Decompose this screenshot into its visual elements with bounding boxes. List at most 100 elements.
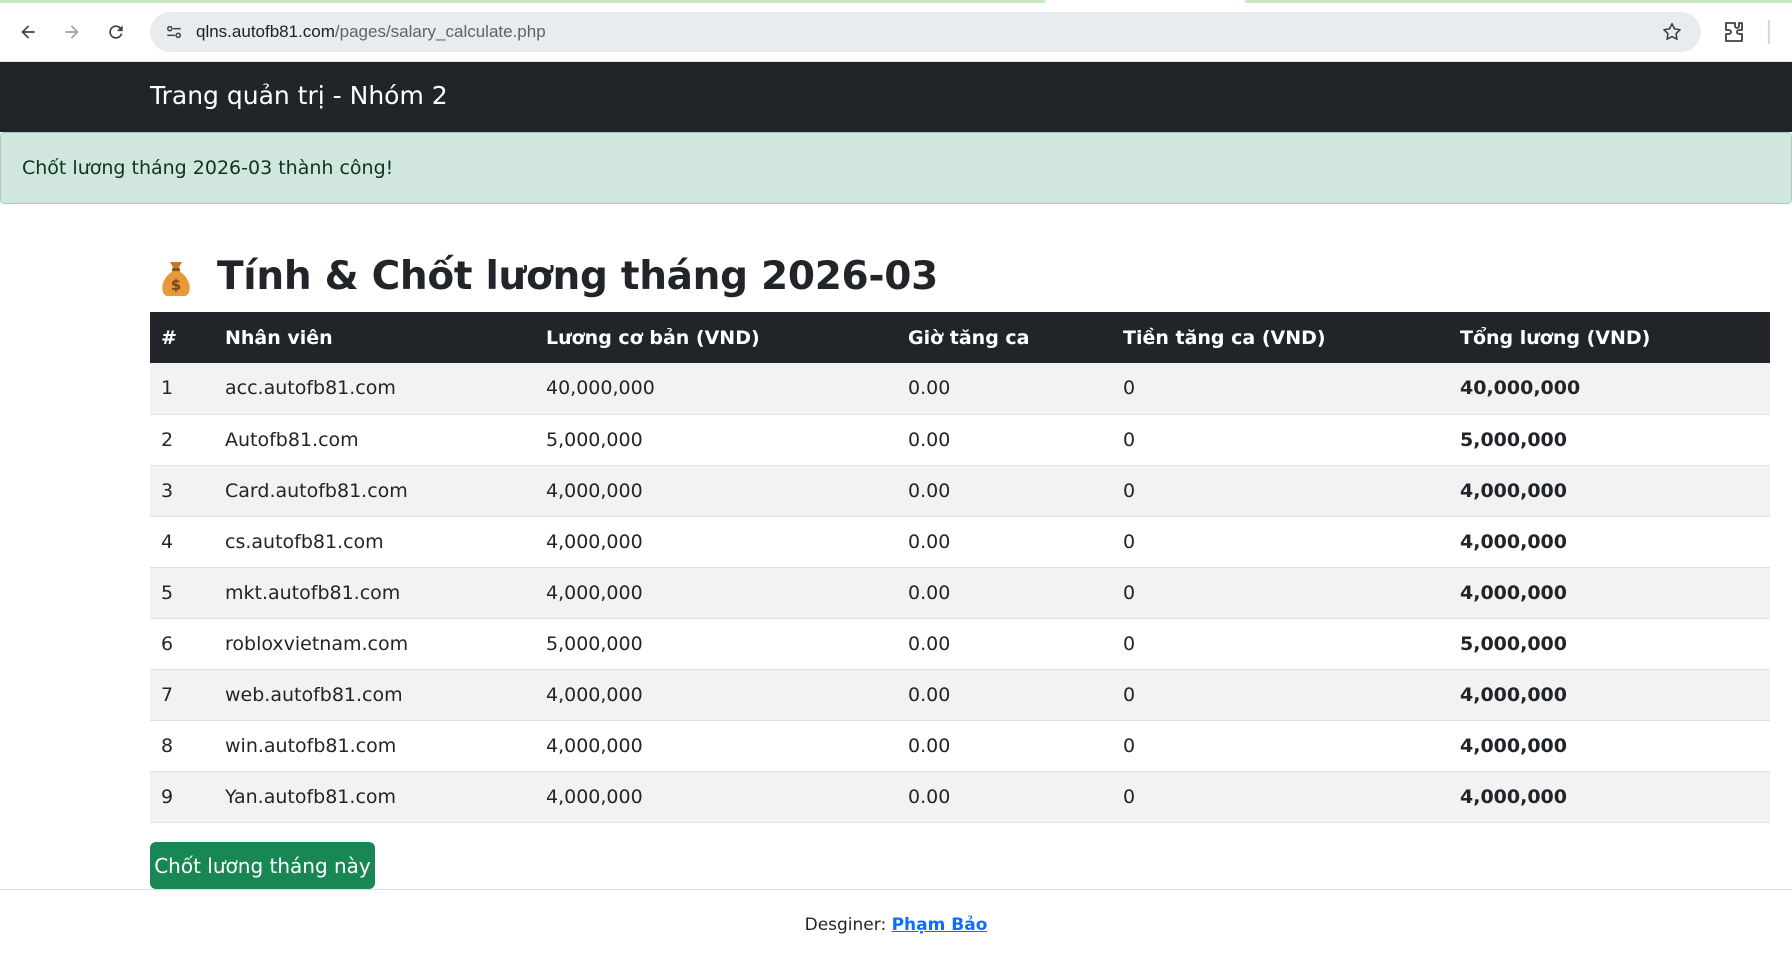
table-row: 8 win.autofb81.com 4,000,000 0.00 0 4,00… xyxy=(150,720,1770,772)
cell-overtime-hours: 0.00 xyxy=(897,720,1112,772)
cell-index: 3 xyxy=(150,465,214,517)
table-row: 1 acc.autofb81.com 40,000,000 0.00 0 40,… xyxy=(150,363,1770,415)
top-navbar: Trang quản trị - Nhóm 2 xyxy=(0,62,1792,132)
cell-total-salary: 4,000,000 xyxy=(1449,669,1770,721)
cell-overtime-pay: 0 xyxy=(1112,414,1449,466)
cell-index: 9 xyxy=(150,771,214,823)
cell-base-salary: 4,000,000 xyxy=(535,669,897,721)
page-title: Tính & Chốt lương tháng 2026-03 xyxy=(217,254,938,299)
cell-employee: robloxvietnam.com xyxy=(214,618,535,670)
salary-table: # Nhân viên Lương cơ bản (VND) Giờ tăng … xyxy=(150,312,1770,823)
cell-total-salary: 40,000,000 xyxy=(1449,363,1770,415)
cell-overtime-pay: 0 xyxy=(1112,618,1449,670)
cell-overtime-pay: 0 xyxy=(1112,363,1449,415)
table-row: 4 cs.autofb81.com 4,000,000 0.00 0 4,000… xyxy=(150,516,1770,568)
header-overtime-pay: Tiền tăng ca (VND) xyxy=(1112,312,1449,363)
header-base-salary: Lương cơ bản (VND) xyxy=(535,312,897,363)
cell-overtime-pay: 0 xyxy=(1112,771,1449,823)
cell-overtime-hours: 0.00 xyxy=(897,363,1112,415)
cell-index: 7 xyxy=(150,669,214,721)
cell-overtime-pay: 0 xyxy=(1112,669,1449,721)
cell-base-salary: 5,000,000 xyxy=(535,618,897,670)
cell-total-salary: 4,000,000 xyxy=(1449,465,1770,517)
header-overtime-hours: Giờ tăng ca xyxy=(897,312,1112,363)
cell-base-salary: 4,000,000 xyxy=(535,720,897,772)
alert-message: Chốt lương tháng 2026-03 thành công! xyxy=(22,157,394,179)
url-path: /pages/salary_calculate.php xyxy=(334,22,546,41)
back-button[interactable] xyxy=(13,17,43,47)
cell-overtime-hours: 0.00 xyxy=(897,567,1112,619)
table-row: 6 robloxvietnam.com 5,000,000 0.00 0 5,0… xyxy=(150,618,1770,670)
cell-employee: mkt.autofb81.com xyxy=(214,567,535,619)
reload-icon xyxy=(109,25,123,39)
cell-overtime-hours: 0.00 xyxy=(897,669,1112,721)
cell-employee: web.autofb81.com xyxy=(214,669,535,721)
cell-overtime-pay: 0 xyxy=(1112,516,1449,568)
cell-base-salary: 40,000,000 xyxy=(535,363,897,415)
success-alert: Chốt lương tháng 2026-03 thành công! xyxy=(0,132,1792,204)
table-row: 9 Yan.autofb81.com 4,000,000 0.00 0 4,00… xyxy=(150,771,1770,823)
table-row: 5 mkt.autofb81.com 4,000,000 0.00 0 4,00… xyxy=(150,567,1770,619)
table-row: 3 Card.autofb81.com 4,000,000 0.00 0 4,0… xyxy=(150,465,1770,517)
reload-button[interactable] xyxy=(101,17,131,47)
page-heading: $ Tính & Chốt lương tháng 2026-03 xyxy=(157,254,938,299)
cell-total-salary: 5,000,000 xyxy=(1449,618,1770,670)
cell-base-salary: 4,000,000 xyxy=(535,465,897,517)
extensions-puzzle-icon[interactable] xyxy=(1722,20,1746,44)
cell-base-salary: 5,000,000 xyxy=(535,414,897,466)
cell-employee: Yan.autofb81.com xyxy=(214,771,535,823)
footer-designer-label: Desginer: xyxy=(804,915,887,935)
money-bag-icon: $ xyxy=(162,261,190,296)
cell-employee: win.autofb81.com xyxy=(214,720,535,772)
forward-button[interactable] xyxy=(57,17,87,47)
cell-overtime-hours: 0.00 xyxy=(897,465,1112,517)
cell-employee: Card.autofb81.com xyxy=(214,465,535,517)
cell-employee: cs.autofb81.com xyxy=(214,516,535,568)
cell-total-salary: 4,000,000 xyxy=(1449,720,1770,772)
cell-overtime-pay: 0 xyxy=(1112,720,1449,772)
cell-overtime-pay: 0 xyxy=(1112,465,1449,517)
cell-base-salary: 4,000,000 xyxy=(535,567,897,619)
cell-employee: Autofb81.com xyxy=(214,414,535,466)
cell-index: 4 xyxy=(150,516,214,568)
navbar-brand[interactable]: Trang quản trị - Nhóm 2 xyxy=(150,81,448,110)
cell-base-salary: 4,000,000 xyxy=(535,516,897,568)
cell-index: 8 xyxy=(150,720,214,772)
footer-divider xyxy=(0,889,1792,890)
browser-toolbar: qlns.autofb81.com/pages/salary_calculate… xyxy=(0,0,1792,62)
table-row: 2 Autofb81.com 5,000,000 0.00 0 5,000,00… xyxy=(150,414,1770,466)
cell-index: 6 xyxy=(150,618,214,670)
arrow-left-icon xyxy=(21,25,35,39)
tab-strip-edge-right xyxy=(1245,0,1792,3)
cell-overtime-hours: 0.00 xyxy=(897,516,1112,568)
cell-base-salary: 4,000,000 xyxy=(535,771,897,823)
cell-employee: acc.autofb81.com xyxy=(214,363,535,415)
cell-total-salary: 4,000,000 xyxy=(1449,771,1770,823)
bookmark-star-icon[interactable] xyxy=(1661,21,1683,43)
header-employee: Nhân viên xyxy=(214,312,535,363)
cell-overtime-hours: 0.00 xyxy=(897,414,1112,466)
close-salary-button[interactable]: Chốt lương tháng này xyxy=(150,842,375,889)
cell-total-salary: 4,000,000 xyxy=(1449,567,1770,619)
header-index: # xyxy=(150,312,214,363)
arrow-right-icon xyxy=(65,25,79,39)
tab-strip-edge xyxy=(0,0,1045,3)
cell-overtime-pay: 0 xyxy=(1112,567,1449,619)
footer-designer-link[interactable]: Phạm Bảo xyxy=(892,915,988,935)
cell-overtime-hours: 0.00 xyxy=(897,618,1112,670)
cell-index: 2 xyxy=(150,414,214,466)
cell-overtime-hours: 0.00 xyxy=(897,771,1112,823)
footer: Desginer: Phạm Bảo xyxy=(0,915,1792,935)
site-settings-icon[interactable] xyxy=(162,20,186,44)
table-row: 7 web.autofb81.com 4,000,000 0.00 0 4,00… xyxy=(150,669,1770,721)
url-text[interactable]: qlns.autofb81.com/pages/salary_calculate… xyxy=(196,22,546,42)
address-bar[interactable]: qlns.autofb81.com/pages/salary_calculate… xyxy=(150,12,1701,52)
toolbar-separator xyxy=(1768,20,1770,44)
cell-index: 1 xyxy=(150,363,214,415)
cell-index: 5 xyxy=(150,567,214,619)
cell-total-salary: 5,000,000 xyxy=(1449,414,1770,466)
svg-text:$: $ xyxy=(171,276,181,294)
cell-total-salary: 4,000,000 xyxy=(1449,516,1770,568)
table-header-row: # Nhân viên Lương cơ bản (VND) Giờ tăng … xyxy=(150,312,1770,363)
header-total-salary: Tổng lương (VND) xyxy=(1449,312,1770,363)
